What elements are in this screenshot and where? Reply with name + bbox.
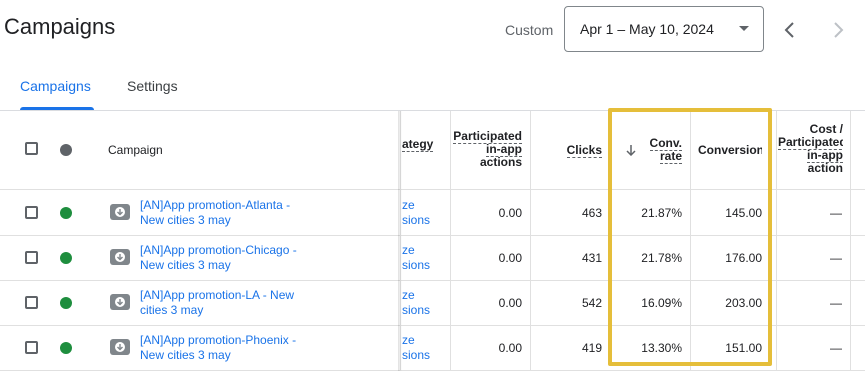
cost-per-action-value: — <box>830 341 842 355</box>
cost-per-action-value: — <box>830 206 842 220</box>
participated-actions-value: 0.00 <box>498 296 522 310</box>
tab-bar: Campaigns Settings <box>0 66 865 110</box>
clicks-value: 431 <box>581 251 602 265</box>
column-divider <box>530 111 531 371</box>
clicks-value: 542 <box>581 296 602 310</box>
row-checkbox[interactable] <box>25 251 38 264</box>
chevron-left-icon <box>784 22 794 38</box>
campaign-name-link[interactable]: [AN]App promotion-Phoenix - New cities 3… <box>140 333 305 363</box>
cost-per-action-value: — <box>830 251 842 265</box>
frozen-column-shadow <box>398 111 402 371</box>
column-divider <box>776 111 777 371</box>
status-enabled-icon <box>60 207 72 219</box>
page-title: Campaigns <box>4 14 116 39</box>
bid-strategy-link[interactable]: ze sions <box>402 288 430 318</box>
status-enabled-icon <box>60 297 72 309</box>
participated-actions-value: 0.00 <box>498 251 522 265</box>
clicks-value: 463 <box>581 206 602 220</box>
column-divider <box>850 111 851 371</box>
column-divider <box>450 111 451 371</box>
cost-per-action-value: — <box>830 296 842 310</box>
campaign-name-link[interactable]: [AN]App promotion-LA - New cities 3 may <box>140 288 305 318</box>
next-period-button[interactable] <box>828 20 848 40</box>
campaign-name-link[interactable]: [AN]App promotion-Atlanta - New cities 3… <box>140 198 305 228</box>
date-range-value: Apr 1 – May 10, 2024 <box>580 21 714 37</box>
row-checkbox[interactable] <box>25 206 38 219</box>
participated-actions-value: 0.00 <box>498 206 522 220</box>
status-enabled-icon <box>60 342 72 354</box>
bid-strategy-link[interactable]: ze sions <box>402 333 430 363</box>
app-download-icon <box>110 294 130 310</box>
date-range-picker[interactable]: Apr 1 – May 10, 2024 <box>564 6 764 52</box>
column-header-participated-actions[interactable]: Participated in-app actions <box>452 130 522 169</box>
row-checkbox[interactable] <box>25 341 38 354</box>
dropdown-caret-icon <box>739 26 749 31</box>
bid-strategy-link[interactable]: ze sions <box>402 198 430 228</box>
participated-actions-value: 0.00 <box>498 341 522 355</box>
previous-period-button[interactable] <box>780 20 800 40</box>
chevron-right-icon <box>834 22 844 38</box>
app-download-icon <box>110 249 130 265</box>
select-all-checkbox[interactable] <box>25 142 38 155</box>
date-range-type-label: Custom <box>505 22 554 38</box>
column-header-clicks[interactable]: Clicks <box>560 143 602 158</box>
row-checkbox[interactable] <box>25 296 38 309</box>
column-header-cost-per-action[interactable]: Cost / Participated in-app action <box>778 123 843 175</box>
bid-strategy-link[interactable]: ze sions <box>402 243 430 273</box>
clicks-value: 419 <box>581 341 602 355</box>
campaign-name-link[interactable]: [AN]App promotion-Chicago - New cities 3… <box>140 243 305 273</box>
status-header-icon <box>60 144 72 156</box>
column-header-campaign[interactable]: Campaign <box>108 144 163 157</box>
app-download-icon <box>110 204 130 220</box>
app-download-icon <box>110 339 130 355</box>
tab-settings[interactable]: Settings <box>127 78 178 94</box>
tab-campaigns[interactable]: Campaigns <box>20 78 91 94</box>
column-header-bid-strategy[interactable]: ategy <box>402 137 434 152</box>
highlight-box <box>608 108 772 366</box>
status-enabled-icon <box>60 252 72 264</box>
